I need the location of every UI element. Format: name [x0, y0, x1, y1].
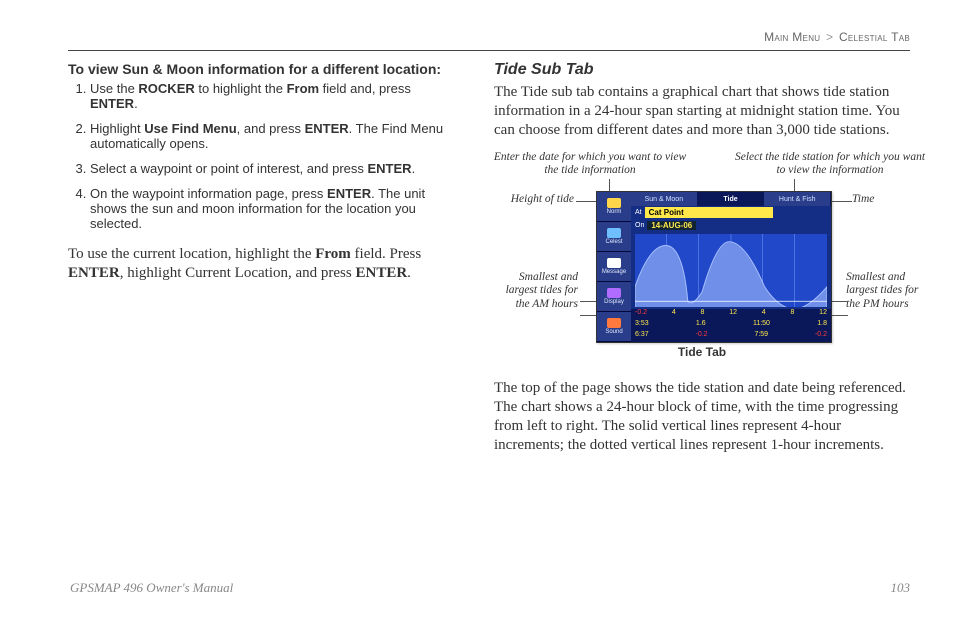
on-label: On	[635, 222, 644, 229]
step-2: Highlight Use Find Menu, and press ENTER…	[90, 121, 458, 151]
breadcrumb-main: Main Menu	[764, 30, 820, 44]
footer: GPSMAP 496 Owner's Manual 103	[70, 580, 910, 596]
tab-hunt-fish[interactable]: Hunt & Fish	[764, 192, 831, 206]
ann-pm: Smallest and largest tides for the PM ho…	[846, 271, 930, 311]
ann-top-left: Enter the date for which you want to vie…	[490, 151, 690, 177]
step-1: Use the ROCKER to highlight the From fie…	[90, 81, 458, 111]
step-4: On the waypoint information page, press …	[90, 186, 458, 231]
date-row: On 14-AUG-06	[631, 219, 831, 232]
nav-icon	[607, 258, 621, 268]
device-main: Sun & Moon Tide Hunt & Fish At Cat Point…	[631, 192, 831, 342]
nav-icon	[607, 228, 621, 238]
content-columns: To view Sun & Moon information for a dif…	[68, 61, 910, 464]
manual-title: GPSMAP 496 Owner's Manual	[70, 580, 233, 596]
left-body: To use the current location, highlight t…	[68, 245, 458, 283]
right-column: Tide Sub Tab The Tide sub tab contains a…	[494, 61, 910, 464]
ann-height: Height of tide	[494, 193, 574, 206]
figure-tide-tab: Enter the date for which you want to vie…	[494, 151, 910, 371]
page-number: 103	[891, 580, 911, 596]
device-sidebar: Norm Celest Message Display Sound	[597, 192, 631, 342]
left-column: To view Sun & Moon information for a dif…	[68, 61, 458, 464]
breadcrumb: Main Menu > Celestial Tab	[68, 30, 910, 44]
sidebar-item[interactable]: Message	[597, 252, 631, 282]
device-screenshot: Norm Celest Message Display Sound Sun & …	[596, 191, 832, 343]
tide-area-icon	[635, 234, 827, 307]
intro-para: The Tide sub tab contains a graphical ch…	[494, 83, 910, 139]
tab-sun-moon[interactable]: Sun & Moon	[631, 192, 698, 206]
device-layout: Norm Celest Message Display Sound Sun & …	[597, 192, 831, 342]
subsection-title: Tide Sub Tab	[494, 61, 910, 79]
sidebar-item[interactable]: Norm	[597, 192, 631, 222]
procedure-steps: Use the ROCKER to highlight the From fie…	[68, 81, 458, 231]
tab-tide[interactable]: Tide	[698, 192, 765, 206]
date-field[interactable]: 14-AUG-06	[647, 221, 696, 230]
para-2: The top of the page shows the tide stati…	[494, 379, 910, 454]
station-row: At Cat Point	[631, 206, 831, 219]
page: Main Menu > Celestial Tab To view Sun & …	[0, 0, 954, 618]
sidebar-item[interactable]: Celest	[597, 222, 631, 252]
sidebar-item[interactable]: Sound	[597, 312, 631, 342]
ann-time: Time	[852, 193, 916, 206]
scale-row: -0.2 4 8 12 4 8 12	[631, 309, 831, 320]
device-tabs: Sun & Moon Tide Hunt & Fish	[631, 192, 831, 206]
tide-chart	[635, 234, 827, 307]
nav-icon	[607, 288, 621, 298]
nav-icon	[607, 198, 621, 208]
sidebar-item[interactable]: Display	[597, 282, 631, 312]
figure-caption: Tide Tab	[494, 345, 910, 359]
breadcrumb-sub: Celestial Tab	[839, 30, 910, 44]
ann-top-right: Select the tide station for which you wa…	[730, 151, 930, 177]
breadcrumb-sep: >	[826, 30, 833, 44]
at-label: At	[635, 209, 642, 216]
divider	[68, 50, 910, 51]
step-3: Select a waypoint or point of interest, …	[90, 161, 458, 176]
station-field[interactable]: Cat Point	[645, 207, 773, 218]
extremes-row-1: 3:53 1.6 11:50 1.8	[631, 320, 831, 331]
extremes-row-2: 6:37 -0.2 7:59 -0.2	[631, 331, 831, 342]
ann-am: Smallest and largest tides for the AM ho…	[494, 271, 578, 311]
nav-icon	[607, 318, 621, 328]
procedure-heading: To view Sun & Moon information for a dif…	[68, 61, 458, 77]
